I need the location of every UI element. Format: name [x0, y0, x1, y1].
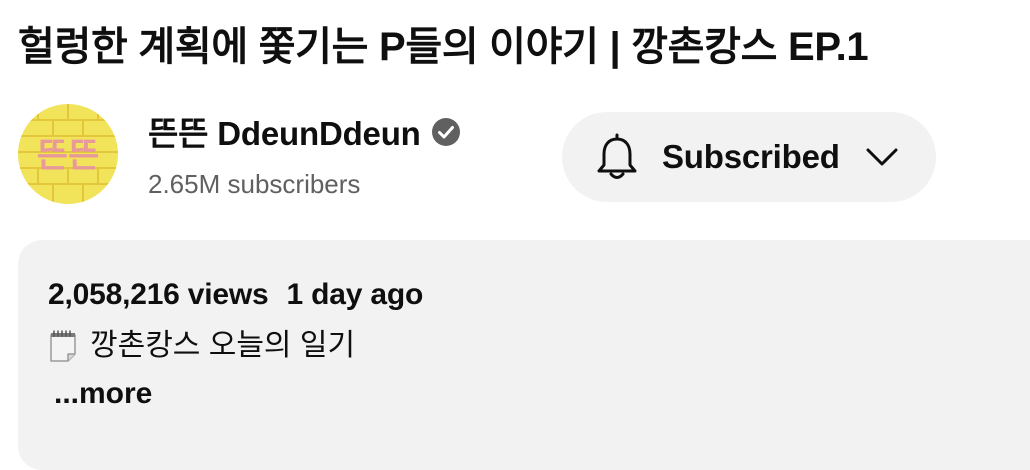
channel-avatar[interactable]: 뜬뜬 [18, 104, 118, 204]
subscribed-button[interactable]: Subscribed [562, 112, 936, 202]
channel-avatar-image: 뜬뜬 [18, 104, 118, 204]
show-more-link[interactable]: ...more [54, 374, 152, 414]
verified-check-icon [431, 118, 460, 146]
chevron-down-icon [866, 148, 898, 166]
channel-name[interactable]: 뜬뜬 DdeunDdeun [148, 110, 421, 158]
subscriber-count: 2.65M subscribers [148, 169, 361, 199]
notepad-icon [50, 330, 76, 362]
video-meta: 2,058,216 views 1 day ago [48, 275, 423, 315]
view-count: 2,058,216 views [48, 278, 269, 311]
video-title: 헐렁한 계획에 쫓기는 P들의 이야기 | 깡촌캉스 EP.1 [18, 25, 869, 69]
subscribed-label: Subscribed [662, 138, 840, 175]
upload-date: 1 day ago [286, 278, 424, 311]
channel-name-row[interactable]: 뜬뜬 DdeunDdeun [148, 110, 461, 158]
description-text: 깡촌캉스 오늘의 일기 [90, 329, 356, 362]
avatar-logo-text: 뜬뜬 [37, 136, 100, 176]
description-line: 깡촌캉스 오늘의 일기 [48, 326, 355, 366]
bell-icon [597, 133, 637, 179]
